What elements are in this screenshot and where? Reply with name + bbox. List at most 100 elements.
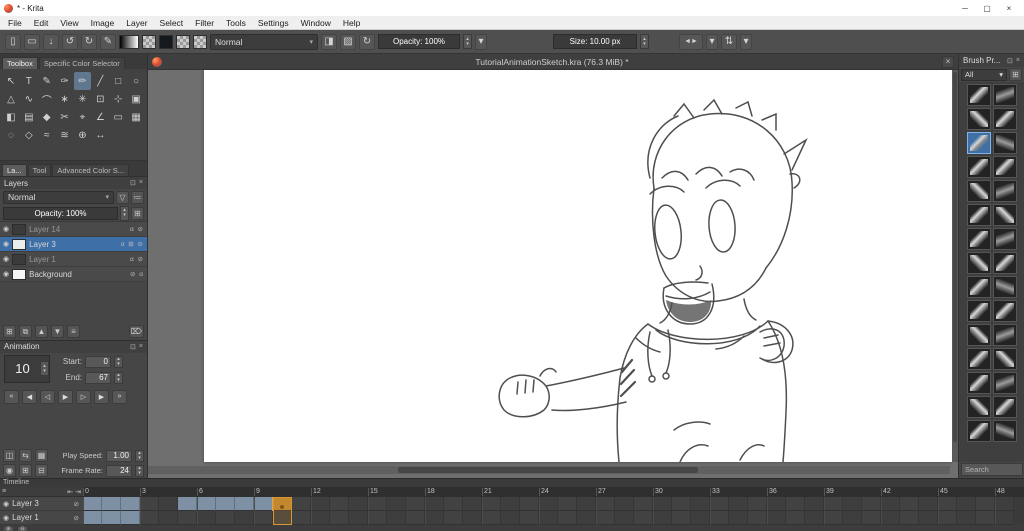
timeline-cell[interactable]: [938, 497, 957, 511]
visibility-icon[interactable]: ◉: [3, 240, 9, 248]
tag-add-icon[interactable]: ⊞: [1009, 68, 1022, 81]
spin-down-icon[interactable]: ▾: [115, 377, 122, 383]
timeline-cell[interactable]: [368, 511, 387, 525]
timeline-cell[interactable]: [197, 497, 216, 511]
timeline-cell[interactable]: [387, 497, 406, 511]
brush-preset[interactable]: [992, 276, 1017, 298]
prev-frame-button[interactable]: ◁: [40, 389, 55, 404]
timeline-cell[interactable]: [444, 511, 463, 525]
spin-down-icon[interactable]: ▾: [136, 470, 143, 476]
next-jump-icon[interactable]: ⇥: [75, 489, 81, 496]
ellipse-select-tool-icon[interactable]: ◌: [2, 126, 20, 144]
layer-opacity-spinner[interactable]: ▴ ▾: [120, 205, 129, 221]
layer-opacity-slider[interactable]: Opacity: 100%: [3, 206, 118, 220]
timeline-cell[interactable]: [767, 497, 786, 511]
timeline-cell[interactable]: [272, 497, 293, 511]
similar-select-tool-icon[interactable]: ≋: [56, 126, 74, 144]
brush-preset[interactable]: [966, 420, 991, 442]
timeline-cell[interactable]: [482, 511, 501, 525]
move-layer-down-button[interactable]: ▼: [51, 325, 64, 338]
timeline-menu-icon[interactable]: ≡: [2, 488, 6, 495]
mirror-horizontal-options-icon[interactable]: ▾: [706, 33, 718, 50]
timeline-cell[interactable]: [558, 511, 577, 525]
brush-preset[interactable]: [992, 252, 1017, 274]
menu-file[interactable]: File: [2, 18, 28, 28]
blend-mode-dropdown[interactable]: Normal ▾: [210, 33, 318, 50]
timeline-cell[interactable]: [520, 497, 539, 511]
timeline-cell[interactable]: [121, 511, 140, 525]
timeline-cell[interactable]: [634, 511, 653, 525]
timeline-cell[interactable]: [501, 497, 520, 511]
timeline-cell[interactable]: [121, 497, 140, 511]
timeline-cell[interactable]: [311, 511, 330, 525]
current-frame-spinner[interactable]: ▴ ▾: [40, 361, 49, 376]
calligraphy-tool-icon[interactable]: ✑: [56, 72, 74, 90]
layer-row[interactable]: ◉ Layer 3 α ⊞ ⊘: [0, 237, 147, 252]
timeline-cell[interactable]: [463, 497, 482, 511]
opacity-options-icon[interactable]: ▾: [475, 33, 487, 50]
gradient-tool-icon[interactable]: ▤: [20, 108, 38, 126]
brush-preset[interactable]: [992, 108, 1017, 130]
timeline-cell[interactable]: [254, 511, 273, 525]
frame-rate-spinner[interactable]: ▴ ▾: [135, 464, 144, 477]
timeline-cell[interactable]: [710, 511, 729, 525]
close-docker-icon[interactable]: ×: [139, 343, 143, 351]
timeline-cell[interactable]: [938, 511, 957, 525]
auto-key-icon[interactable]: ⇆: [19, 449, 32, 462]
timeline-cell[interactable]: [596, 497, 615, 511]
select-shapes-tool-icon[interactable]: ↖: [2, 72, 20, 90]
timeline-cell[interactable]: [83, 511, 102, 525]
frame-rate-field[interactable]: 24: [106, 464, 132, 477]
brush-editor-icon[interactable]: ✎: [100, 33, 116, 50]
undo-icon[interactable]: ↺: [62, 33, 78, 50]
timeline-cell[interactable]: [843, 511, 862, 525]
timeline-cell[interactable]: [216, 497, 235, 511]
timeline-cell[interactable]: [102, 497, 121, 511]
edit-shapes-tool-icon[interactable]: ✎: [38, 72, 56, 90]
brush-preset[interactable]: [966, 252, 991, 274]
timeline-cell[interactable]: [482, 497, 501, 511]
tl-label-1[interactable]: ◉ Layer 1 ⊘: [0, 511, 83, 525]
timeline-cell[interactable]: [539, 497, 558, 511]
move-layer-up-button[interactable]: ▲: [35, 325, 48, 338]
brush-size-slider[interactable]: Size: 10.00 px: [553, 34, 637, 49]
timeline-cell[interactable]: [919, 497, 938, 511]
eraser-mode-icon[interactable]: ◨: [321, 33, 337, 50]
canvas[interactable]: [204, 70, 952, 463]
timeline-cell[interactable]: [368, 497, 387, 511]
bezier-curve-tool-icon[interactable]: ⌒: [38, 90, 56, 108]
brush-preset[interactable]: [992, 348, 1017, 370]
transform-tool-icon[interactable]: ⊡: [91, 90, 109, 108]
gradient-chip[interactable]: [119, 34, 139, 49]
start-field[interactable]: 0: [85, 355, 111, 368]
float-docker-icon[interactable]: ⊡: [130, 343, 136, 351]
float-docker-icon[interactable]: ⊡: [130, 179, 136, 187]
remove-keyframe-button[interactable]: ⊟: [17, 525, 28, 531]
toolbox-tab-1[interactable]: Toolbox: [2, 57, 38, 69]
measure-tool-icon[interactable]: ∠: [91, 108, 109, 126]
add-layer-button[interactable]: ⊞: [3, 325, 16, 338]
docker-tab-2[interactable]: Tool: [27, 164, 52, 176]
timeline-cell[interactable]: [900, 511, 919, 525]
timeline-cell[interactable]: [159, 497, 178, 511]
timeline-cell[interactable]: [501, 511, 520, 525]
layer-blend-mode-dropdown[interactable]: Normal ▾: [3, 190, 114, 204]
timeline-cell[interactable]: [748, 497, 767, 511]
docker-tab-1[interactable]: La...: [2, 164, 27, 176]
timeline-cell[interactable]: [824, 497, 843, 511]
timeline-cell[interactable]: [767, 511, 786, 525]
timeline-ruler[interactable]: 0 3 6 9 12 15 18 21 24 27 30 33 36 39 42 45 48: [83, 487, 1024, 497]
minimize-button[interactable]: ─: [954, 4, 976, 13]
visibility-icon[interactable]: ◉: [3, 514, 9, 522]
layer-properties-button[interactable]: ≡: [67, 325, 80, 338]
preserve-alpha-icon[interactable]: ▨: [340, 33, 356, 50]
timeline-cell[interactable]: [672, 511, 691, 525]
timeline-cell[interactable]: [387, 511, 406, 525]
assistants-tool-icon[interactable]: ⌖: [74, 108, 92, 126]
redo-icon[interactable]: ↻: [81, 33, 97, 50]
brush-preset[interactable]: [966, 372, 991, 394]
timeline-cell[interactable]: [805, 497, 824, 511]
menu-tools[interactable]: Tools: [220, 18, 252, 28]
onion-skin-icon[interactable]: ◫: [3, 449, 16, 462]
timeline-cell[interactable]: [349, 511, 368, 525]
